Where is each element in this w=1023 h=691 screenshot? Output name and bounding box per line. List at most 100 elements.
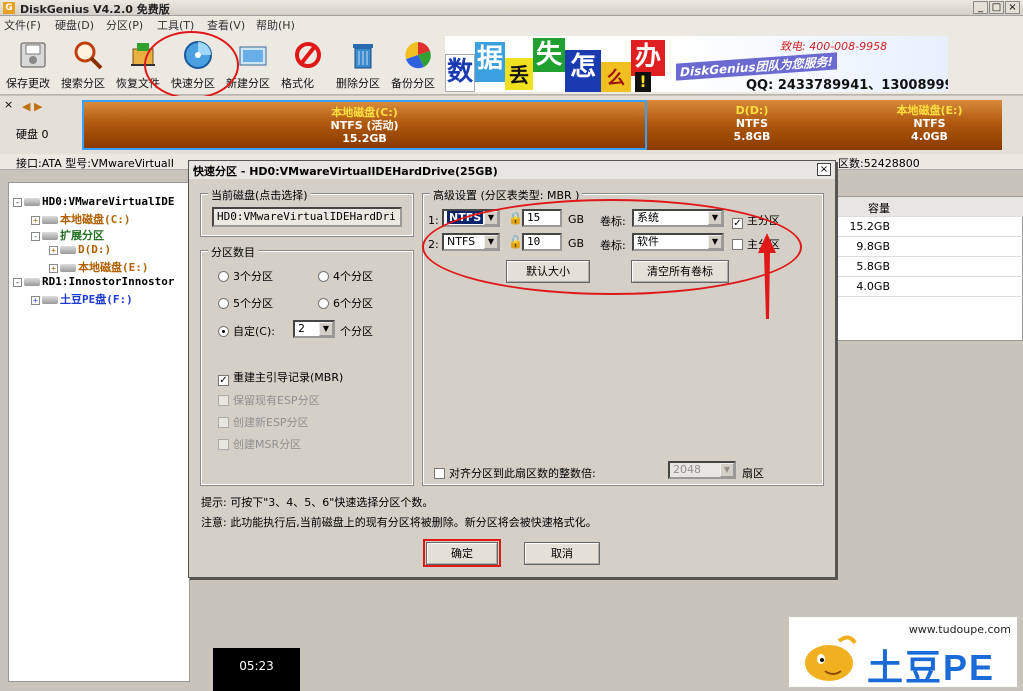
extended-partition-icon (42, 232, 58, 240)
current-disk-title: 当前磁盘(点击选择) (208, 187, 311, 203)
disk-nav-arrows-icon[interactable]: ◀ ▶ (22, 100, 42, 113)
partition-block-e[interactable]: 本地磁盘(E:) NTFS 4.0GB (857, 100, 1002, 150)
annotation-oval-advanced (422, 199, 802, 295)
watermark-logo: 土豆PE (867, 647, 996, 688)
disk-label: 硬盘 0 (16, 128, 49, 141)
table-row[interactable]: 9.8GB (836, 237, 1023, 257)
delete-partition-button[interactable]: 删除分区 (336, 37, 390, 91)
keep-esp-checkbox[interactable]: 保留现有ESP分区 (218, 392, 320, 408)
tree-item-extended[interactable]: - 扩展分区 (31, 227, 104, 243)
radio-indicator (218, 271, 229, 282)
partition-table: 容量 15.2GB 9.8GB 5.8GB 4.0GB (835, 196, 1023, 341)
banner-tile: 办 (631, 40, 665, 76)
align-sectors-select[interactable]: 2048 ▼ (668, 461, 736, 479)
tudou-watermark: www.tudoupe.com 土豆PE (789, 617, 1017, 688)
banner-tile: 失 (533, 38, 565, 72)
radio-6-partitions[interactable]: 6个分区 (318, 295, 373, 311)
checkbox-checked-icon: ✓ (218, 375, 229, 386)
tree-item-f[interactable]: + 土豆PE盘(F:) (31, 291, 133, 307)
menu-bar: 文件(F) 硬盘(D) 分区(P) 工具(T) 查看(V) 帮助(H) (0, 16, 1023, 33)
tree-item-d[interactable]: + D(D:) (49, 243, 111, 256)
menu-help[interactable]: 帮助(H) (256, 17, 295, 33)
menu-disk[interactable]: 硬盘(D) (55, 17, 94, 33)
banner-tile: ! (635, 72, 651, 92)
format-button[interactable]: 格式化 (281, 37, 335, 91)
potato-mascot-icon (805, 635, 857, 681)
radio-indicator (318, 271, 329, 282)
backup-icon (405, 42, 431, 69)
annotation-arrow-icon (758, 233, 776, 319)
capacity-header: 容量 (868, 202, 890, 215)
checkbox-icon (218, 395, 229, 406)
advertisement-banner[interactable]: 数 据 丢 失 怎 么 办 ! 致电: 400-008-9958 DiskGen… (445, 36, 948, 92)
radio-custom[interactable]: 自定(C): (218, 323, 275, 339)
chevron-down-icon: ▼ (720, 463, 734, 477)
backup-partition-button[interactable]: 备份分区 (391, 37, 445, 91)
video-timestamp: 05:23 (213, 648, 300, 691)
save-button[interactable]: 保存更改 (6, 37, 60, 91)
tree-item-hd0[interactable]: - HD0:VMwareVirtualIDE (13, 195, 174, 208)
custom-count-select[interactable]: 2 ▼ (293, 320, 335, 338)
menu-file[interactable]: 文件(F) (4, 17, 41, 33)
removable-disk-icon (24, 278, 40, 286)
disk-map-bar: × ◀ ▶ 硬盘 0 本地磁盘(C:) NTFS (活动) 15.2GB D(D… (0, 96, 1023, 154)
maximize-button[interactable]: □ (989, 1, 1004, 14)
title-bar: G DiskGenius V4.2.0 免费版 _ □ × (0, 0, 1023, 16)
checkbox-icon (218, 439, 229, 450)
table-row[interactable]: 4.0GB (836, 277, 1023, 297)
radio-indicator-selected (218, 326, 229, 337)
banner-contact: 致电: 400-008-9958 DiskGenius团队为您服务! QQ: 2… (670, 36, 948, 92)
partition-count-group: 分区数目 3个分区 4个分区 5个分区 6个分区 自定(C): 2 ▼ 个分区 ✓… (200, 244, 414, 486)
partition-count-title: 分区数目 (208, 244, 258, 260)
checkbox-icon (218, 417, 229, 428)
table-row[interactable]: 15.2GB (836, 217, 1023, 237)
rebuild-mbr-checkbox[interactable]: ✓ 重建主引导记录(MBR) (218, 369, 343, 386)
disk-info-right: 区数:52428800 (838, 157, 920, 170)
dialog-title: 快速分区 - HD0:VMwareVirtualIDEHardDrive(25G… (189, 161, 835, 179)
partition-icon (60, 246, 76, 254)
tip-text: 提示: 可按下"3、4、5、6"快速选择分区个数。 (201, 496, 434, 509)
create-msr-checkbox[interactable]: 创建MSR分区 (218, 436, 301, 452)
radio-3-partitions[interactable]: 3个分区 (218, 268, 273, 284)
tree-item-c[interactable]: + 本地磁盘(C:) (31, 211, 131, 227)
current-disk-field[interactable]: HD0:VMwareVirtualIDEHardDri (212, 207, 402, 227)
menu-partition[interactable]: 分区(P) (106, 17, 143, 33)
tree-item-rd1[interactable]: - RD1:InnostorInnostor (13, 275, 174, 288)
hard-disk-icon (24, 198, 40, 206)
menu-view[interactable]: 查看(V) (207, 17, 245, 33)
format-icon (295, 42, 321, 68)
radio-5-partitions[interactable]: 5个分区 (218, 295, 273, 311)
partition-icon (42, 216, 58, 224)
table-row[interactable]: 5.8GB (836, 257, 1023, 277)
radio-indicator (318, 298, 329, 309)
radio-4-partitions[interactable]: 4个分区 (318, 268, 373, 284)
search-partition-button[interactable]: 搜索分区 (61, 37, 115, 91)
current-disk-group: 当前磁盘(点击选择) HD0:VMwareVirtualIDEHardDri (200, 187, 414, 237)
new-partition-icon (239, 46, 267, 66)
align-sectors-checkbox[interactable]: 对齐分区到此扇区数的整数倍: (434, 465, 596, 481)
window-title: DiskGenius V4.2.0 免费版 (20, 3, 170, 16)
close-button[interactable]: × (1005, 1, 1020, 14)
align-unit: 扇区 (742, 467, 764, 480)
annotation-circle-toolbar (144, 31, 239, 99)
warning-text: 注意: 此功能执行后,当前磁盘上的现有分区将被删除。新分区将会被快速格式化。 (201, 516, 597, 529)
partition-block-d[interactable]: D(D:) NTFS 5.8GB (647, 100, 857, 150)
dialog-close-button[interactable]: × (817, 163, 831, 176)
save-disk-icon (20, 42, 46, 68)
create-esp-checkbox[interactable]: 创建新ESP分区 (218, 414, 309, 430)
disk-info-left: 接口:ATA 型号:VMwareVirtualI (16, 157, 174, 170)
banner-tile: 丢 (505, 58, 533, 90)
banner-qq: QQ: 2433789941、1300899958 (746, 78, 948, 92)
banner-tile: 据 (475, 42, 505, 82)
partition-icon (60, 264, 76, 272)
minimize-button[interactable]: _ (973, 1, 988, 14)
checkbox-icon (434, 468, 445, 479)
close-panel-icon[interactable]: × (4, 98, 13, 111)
cancel-button[interactable]: 取消 (524, 542, 600, 565)
banner-tile: 么 (601, 62, 631, 92)
magnifier-icon (74, 41, 103, 70)
banner-tile: 数 (445, 54, 475, 92)
partition-block-c[interactable]: 本地磁盘(C:) NTFS (活动) 15.2GB (82, 100, 647, 150)
custom-count-unit: 个分区 (340, 325, 373, 338)
tree-item-e[interactable]: + 本地磁盘(E:) (49, 259, 149, 275)
